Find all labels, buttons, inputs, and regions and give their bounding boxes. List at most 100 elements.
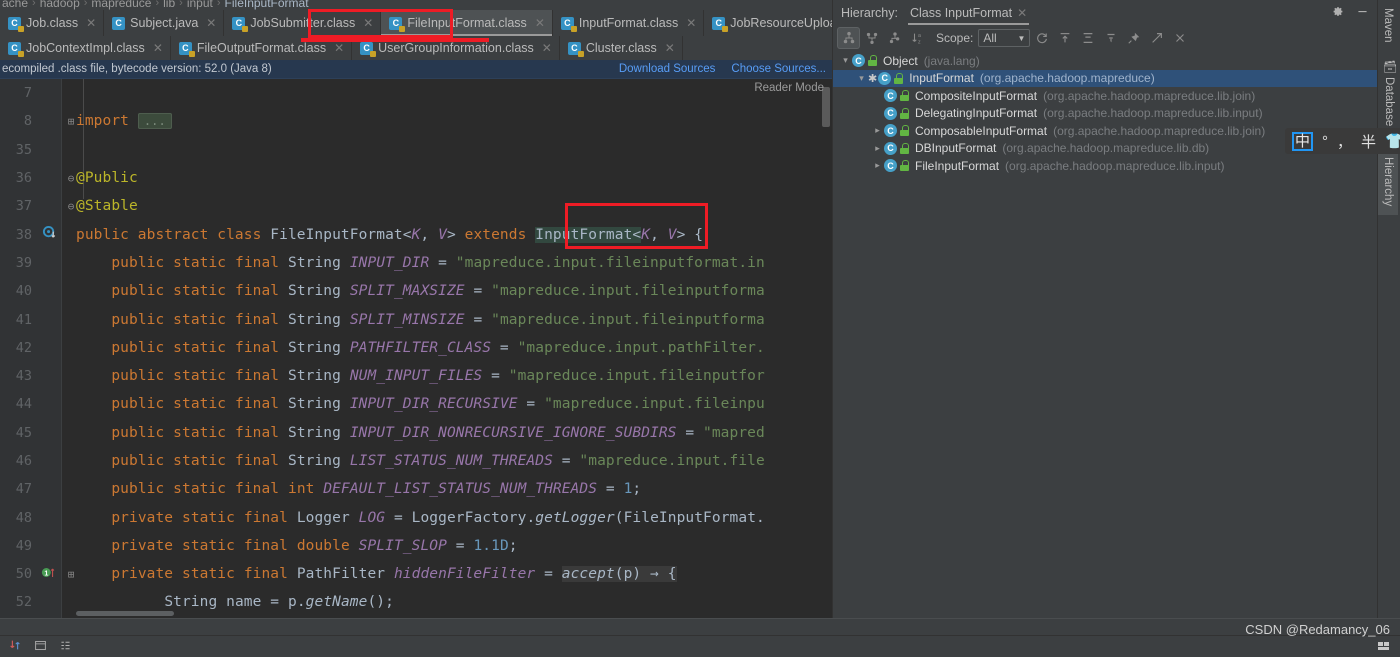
code-line[interactable]: 42 public static final String PATHFILTER… xyxy=(0,334,832,362)
chevron-down-icon[interactable]: ▾ xyxy=(839,55,852,66)
code-line[interactable]: 35 xyxy=(0,136,832,164)
refresh-icon[interactable] xyxy=(1030,27,1053,49)
close-icon[interactable]: ✕ xyxy=(153,41,163,55)
public-visibility-icon xyxy=(899,90,910,102)
choose-sources-link[interactable]: Choose Sources... xyxy=(731,63,826,75)
breadcrumb-item-0[interactable]: ache xyxy=(2,0,28,10)
code-line[interactable]: 40 public static final String SPLIT_MAXS… xyxy=(0,277,832,305)
breadcrumb-item-1[interactable]: hadoop xyxy=(40,0,80,10)
tool-tab-maven[interactable]: Maven xyxy=(1378,0,1398,51)
scope-dropdown[interactable]: All ▼ xyxy=(978,29,1031,47)
hierarchy-tree-row[interactable]: ▸ C FileInputFormat (org.apache.hadoop.mapr… xyxy=(833,157,1377,175)
code-line[interactable]: 36 ⊖ @Public xyxy=(0,164,832,192)
ime-punct-b-icon[interactable]: ， xyxy=(1337,131,1352,152)
line-number: 37 xyxy=(15,198,32,215)
editor-tab-label: FileOutputFormat.class xyxy=(196,41,327,55)
editor-tab-cluster-class[interactable]: C Cluster.class ✕ xyxy=(560,36,683,60)
editor-tab-subject-java[interactable]: C Subject.java ✕ xyxy=(104,10,225,36)
breadcrumb-item-5[interactable]: FileInputFormat xyxy=(225,0,309,10)
export-icon[interactable] xyxy=(1145,27,1168,49)
reader-mode-label[interactable]: Reader Mode xyxy=(754,82,824,94)
line-number: 49 xyxy=(15,537,32,554)
chevron-right-icon[interactable]: ▸ xyxy=(871,160,884,171)
supertype-hierarchy-icon[interactable] xyxy=(860,27,883,49)
chevron-down-icon[interactable]: ▾ xyxy=(855,73,868,84)
code-line[interactable]: 8 ⊞ import ... xyxy=(0,107,832,135)
code-editor[interactable]: Reader Mode 7 8 ⊞ import ... 35 36 ⊖ @Public 37 ⊖… xyxy=(0,79,832,618)
close-icon[interactable]: ✕ xyxy=(665,41,675,55)
close-icon[interactable]: ✕ xyxy=(542,41,552,55)
collapse-all-icon[interactable] xyxy=(1053,27,1076,49)
todo-icon[interactable] xyxy=(59,639,72,655)
ime-punct-a-icon[interactable]: ° xyxy=(1322,133,1328,150)
hierarchy-tree-row[interactable]: ▾ C Object (java.lang) xyxy=(833,52,1377,70)
hierarchy-toolbar: az Scope: All ▼ xyxy=(833,26,1377,50)
subtype-hierarchy-icon[interactable] xyxy=(883,27,906,49)
sort-alphabetically-icon[interactable]: az xyxy=(906,27,929,49)
code-line[interactable]: 48 private static final Logger LOG = Log… xyxy=(0,503,832,531)
editor-tab-usergroupinformation-class[interactable]: C UserGroupInformation.class ✕ xyxy=(352,36,560,60)
close-icon[interactable]: ✕ xyxy=(1017,6,1027,20)
editor-tab-inputformat-class[interactable]: C InputFormat.class ✕ xyxy=(553,10,705,36)
expand-all-icon[interactable] xyxy=(1076,27,1099,49)
chevron-right-icon[interactable]: ▸ xyxy=(871,143,884,154)
editor-tab-job-class[interactable]: C Job.class ✕ xyxy=(0,10,105,36)
code-line[interactable]: 46 public static final String LIST_STATU… xyxy=(0,447,832,475)
code-line[interactable]: 49 private static final double SPLIT_SLO… xyxy=(0,532,832,560)
code-line[interactable]: 47 public static final int DEFAULT_LIST_… xyxy=(0,475,832,503)
usage-icon[interactable]: 1 xyxy=(38,565,60,584)
close-icon[interactable]: ✕ xyxy=(334,41,344,55)
interface-icon: C xyxy=(884,159,897,173)
code-text: public static final int DEFAULT_LIST_STA… xyxy=(111,481,642,498)
gear-icon[interactable] xyxy=(1331,5,1344,21)
ime-width-mode-icon[interactable]: 半 xyxy=(1361,131,1376,152)
hierarchy-tab-class-inputformat[interactable]: Class InputFormat ✕ xyxy=(907,2,1030,25)
editor-tab-jobsubmitter-class[interactable]: C JobSubmitter.class ✕ xyxy=(224,10,382,36)
code-line[interactable]: 43 public static final String NUM_INPUT_… xyxy=(0,362,832,390)
breadcrumb-item-2[interactable]: mapreduce xyxy=(91,0,151,10)
editor-horizontal-scrollbar[interactable] xyxy=(76,611,174,616)
close-icon[interactable]: ✕ xyxy=(206,16,216,30)
current-class-marker-icon: ✱ xyxy=(868,72,878,85)
code-line[interactable]: 38 public abstract class FileInputFormat<… xyxy=(0,220,832,248)
close-icon[interactable]: ✕ xyxy=(86,16,96,30)
ime-mode-icon[interactable]: 中 xyxy=(1292,131,1314,151)
code-line[interactable]: 41 public static final String SPLIT_MINS… xyxy=(0,305,832,333)
terminal-icon[interactable] xyxy=(34,639,47,655)
code-text: private static final Logger LOG = Logger… xyxy=(111,509,765,526)
hierarchy-tree[interactable]: ▾ C Object (java.lang) ▾ ✱ C InputFormat (org.ap… xyxy=(833,50,1377,175)
minimize-icon[interactable] xyxy=(1356,5,1369,21)
code-lines[interactable]: 7 8 ⊞ import ... 35 36 ⊖ @Public 37 ⊖ @Stable 38 pub… xyxy=(0,79,832,618)
editor-tab-jobcontextimpl-class[interactable]: C JobContextImpl.class ✕ xyxy=(0,36,171,60)
code-line[interactable]: 39 public static final String INPUT_DIR … xyxy=(0,249,832,277)
close-icon[interactable]: ✕ xyxy=(535,16,545,30)
class-file-icon: C xyxy=(360,41,377,57)
line-number: 47 xyxy=(15,481,32,498)
close-icon[interactable] xyxy=(1168,27,1191,49)
editor-tab-fileinputformat-class[interactable]: C FileInputFormat.class ✕ xyxy=(381,10,553,36)
hierarchy-tree-row[interactable]: C DelegatingInputFormat (org.apache.hadoop… xyxy=(833,105,1377,123)
editor-tab-fileoutputformat-class[interactable]: C FileOutputFormat.class ✕ xyxy=(171,36,353,60)
close-icon[interactable]: ✕ xyxy=(363,16,373,30)
code-line[interactable]: 50 1 ⊞ private static final PathFilter hid… xyxy=(0,560,832,588)
breadcrumb-item-3[interactable]: lib xyxy=(163,0,175,10)
breadcrumb-item-4[interactable]: input xyxy=(187,0,213,10)
system-tray-icon[interactable] xyxy=(1374,635,1396,657)
code-line[interactable]: 44 public static final String INPUT_DIR_… xyxy=(0,390,832,418)
download-sources-link[interactable]: Download Sources xyxy=(619,63,716,75)
ime-floating-toolbar[interactable]: 中 ° ， 半 👕 xyxy=(1285,128,1400,154)
hierarchy-tree-row[interactable]: C CompositeInputFormat (org.apache.hadoop.… xyxy=(833,87,1377,105)
code-line[interactable]: 7 xyxy=(0,79,832,107)
override-icon[interactable] xyxy=(38,225,60,244)
type-hierarchy-icon[interactable] xyxy=(837,27,860,49)
chevron-right-icon[interactable]: ▸ xyxy=(871,125,884,136)
pin-icon[interactable] xyxy=(1122,27,1145,49)
code-line[interactable]: 37 ⊖ @Stable xyxy=(0,192,832,220)
close-icon[interactable]: ✕ xyxy=(686,16,696,30)
code-line[interactable]: 45 public static final String INPUT_DIR_… xyxy=(0,419,832,447)
hierarchy-tree-row[interactable]: ▾ ✱ C InputFormat (org.apache.hadoop.mapredu… xyxy=(833,69,1377,87)
vcs-update-icon[interactable] xyxy=(8,638,22,655)
tshirt-icon[interactable]: 👕 xyxy=(1385,132,1400,150)
tool-tab-database[interactable]: 🗃 Database xyxy=(1378,51,1400,135)
group-icon[interactable] xyxy=(1099,27,1122,49)
